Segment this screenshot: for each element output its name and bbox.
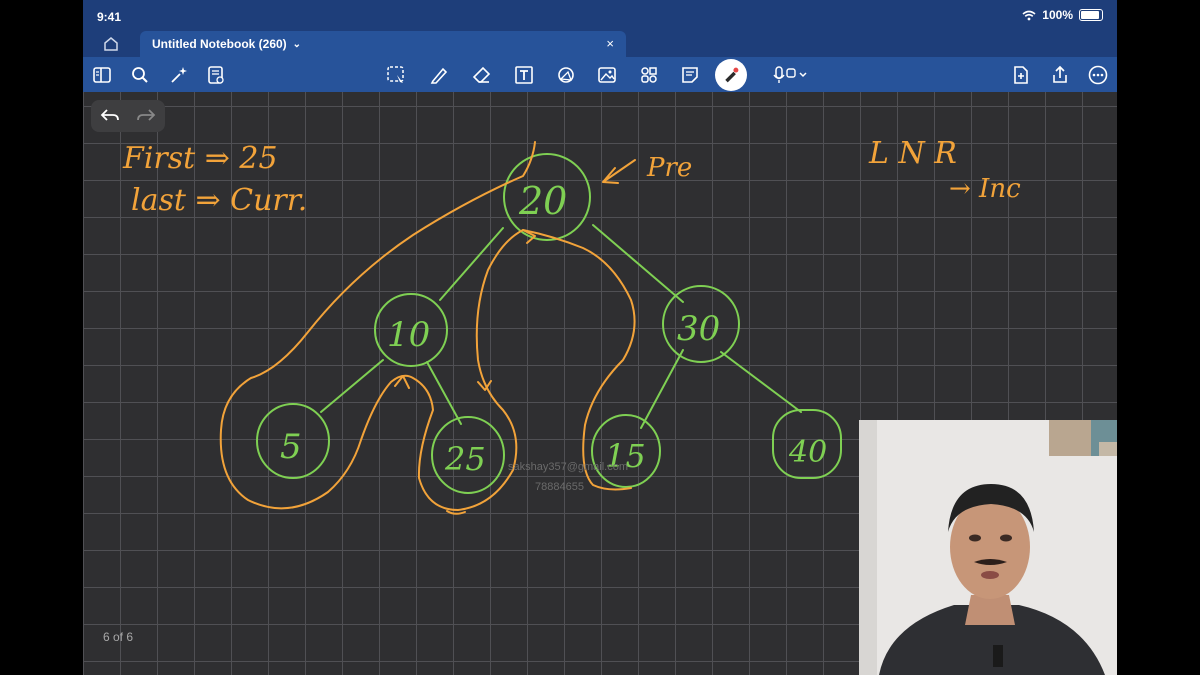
note-inc: → Inc bbox=[949, 174, 1021, 204]
note-first: First ⇒ 25 bbox=[122, 141, 278, 176]
edge-30-15 bbox=[640, 349, 684, 429]
redo-icon[interactable] bbox=[135, 105, 157, 127]
node-value-40: 40 bbox=[788, 435, 827, 470]
edge-10-5 bbox=[320, 359, 384, 413]
node-value-10: 10 bbox=[387, 315, 430, 355]
presenter-video bbox=[859, 420, 1117, 675]
note-lnr: L N R bbox=[868, 136, 957, 171]
undo-redo-group bbox=[91, 100, 165, 132]
note-last: last ⇒ Curr. bbox=[131, 183, 307, 218]
node-value-30: 30 bbox=[677, 309, 720, 349]
edge-30-40 bbox=[720, 351, 802, 413]
undo-icon[interactable] bbox=[99, 105, 121, 127]
edge-20-10 bbox=[439, 227, 504, 301]
pre-label: Pre bbox=[646, 153, 692, 183]
page-indicator: 6 of 6 bbox=[103, 630, 134, 644]
tick-mark bbox=[446, 510, 466, 515]
watermark-phone: 78884655 bbox=[535, 481, 584, 493]
watermark-email: sakshay357@gmail.com bbox=[508, 461, 628, 473]
pre-arrow bbox=[602, 159, 636, 184]
webcam-overlay bbox=[859, 420, 1117, 675]
node-value-20: 20 bbox=[518, 179, 567, 223]
node-value-25: 25 bbox=[444, 440, 486, 478]
node-value-5: 5 bbox=[280, 427, 302, 467]
